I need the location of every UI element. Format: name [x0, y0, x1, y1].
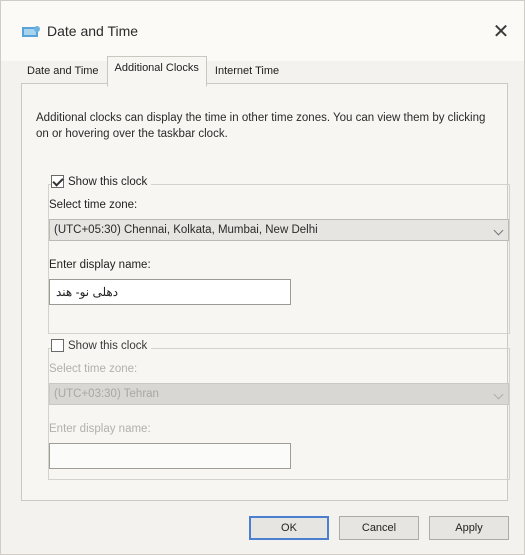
close-icon: ✕ — [492, 20, 510, 43]
chevron-down-icon — [493, 225, 504, 236]
clock1-show-row[interactable]: Show this clock — [51, 175, 152, 188]
clock2-show-label: Show this clock — [68, 339, 148, 352]
clock2-show-row[interactable]: Show this clock — [51, 339, 152, 352]
clock1-display-name-input[interactable]: دهلی نو- هند — [49, 279, 291, 305]
tab-additional-clocks[interactable]: Additional Clocks — [106, 56, 207, 87]
clock2-timezone-label: Select time zone: — [49, 363, 138, 375]
clock1-timezone-value: (UTC+05:30) Chennai, Kolkata, Mumbai, Ne… — [54, 224, 318, 236]
clock2-display-name-input[interactable] — [49, 443, 291, 469]
chevron-down-icon — [493, 389, 504, 400]
ok-button[interactable]: OK — [249, 516, 329, 540]
clock1-timezone-label: Select time zone: — [49, 199, 138, 211]
clock2-show-checkbox[interactable] — [51, 339, 64, 352]
clock2-timezone-value: (UTC+03:30) Tehran — [54, 388, 159, 400]
description-text: Additional clocks can display the time i… — [36, 112, 486, 140]
tab-strip: Date and Time Additional Clocks Internet… — [19, 56, 287, 87]
date-time-app-icon — [22, 26, 40, 37]
tab-internet-time[interactable]: Internet Time — [207, 59, 287, 85]
clock1-show-checkbox[interactable] — [51, 175, 64, 188]
clock1-timezone-select[interactable]: (UTC+05:30) Chennai, Kolkata, Mumbai, Ne… — [49, 219, 509, 241]
clock1-show-label: Show this clock — [68, 175, 148, 188]
clock1-group: Show this clock Select time zone: (UTC+0… — [48, 175, 510, 334]
clock2-display-name-label: Enter display name: — [49, 423, 151, 435]
cancel-button[interactable]: Cancel — [339, 516, 419, 540]
close-button[interactable]: ✕ — [486, 17, 516, 45]
tab-date-and-time[interactable]: Date and Time — [19, 59, 107, 85]
clock2-group: Show this clock Select time zone: (UTC+0… — [48, 339, 510, 480]
additional-clocks-panel: Additional clocks can display the time i… — [21, 83, 510, 501]
window-title: Date and Time — [47, 23, 139, 39]
clock2-timezone-select[interactable]: (UTC+03:30) Tehran — [49, 383, 509, 405]
apply-button[interactable]: Apply — [429, 516, 509, 540]
clock1-display-name-label: Enter display name: — [49, 259, 151, 271]
date-time-dialog: Date and Time ✕ Date and Time Additional… — [0, 0, 525, 555]
title-bar: Date and Time ✕ — [1, 1, 524, 61]
